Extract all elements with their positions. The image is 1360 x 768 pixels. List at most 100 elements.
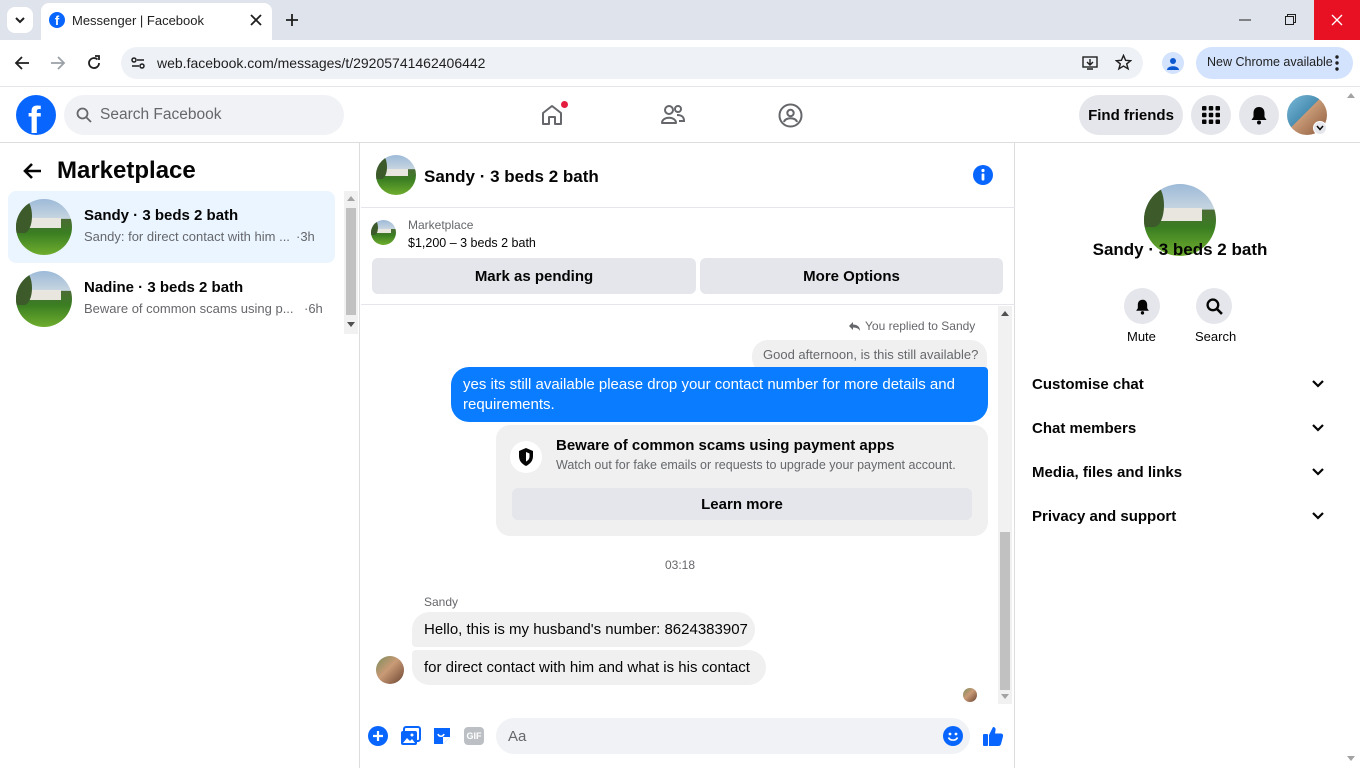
mute-button[interactable]: Mute [1122,288,1162,348]
like-icon[interactable] [982,725,1004,747]
account-chevron-icon [1313,121,1327,135]
section-media-files-links[interactable]: Media, files and links [1032,464,1332,488]
emoji-icon[interactable] [943,726,963,746]
conversation-item-nadine[interactable]: Nadine · 3 beds 2 bath Beware of common … [8,263,335,335]
facebook-logo[interactable]: f [16,95,56,135]
chat-avatar[interactable] [376,155,416,195]
new-tab-icon[interactable] [285,13,299,27]
search-icon [76,107,92,123]
chat-header: Sandy · 3 beds 2 bath [361,143,1015,208]
chevron-down-icon [1312,380,1324,388]
gif-button[interactable]: GIF [464,727,484,745]
conversation-name: Nadine · 3 beds 2 bath [84,279,244,296]
sender-name: Sandy [424,595,459,609]
scroll-down-icon[interactable] [1001,694,1009,700]
chevron-down-icon [1312,512,1324,520]
facebook-favicon-icon: f [49,12,65,28]
address-bar[interactable]: web.facebook.com/messages/t/292057414624… [121,47,1143,79]
mark-pending-button[interactable]: Mark as pending [372,258,696,294]
open-more-actions-button[interactable] [368,726,388,746]
chat-title[interactable]: Sandy · 3 beds 2 bath [424,167,599,187]
conversation-time: ·6h [304,301,323,316]
sticker-icon[interactable] [432,726,452,746]
reload-icon[interactable] [86,55,102,71]
message-input[interactable]: Aa [496,718,970,754]
home-nav[interactable] [530,95,574,135]
conversation-list-scrollbar[interactable] [344,191,358,334]
conversation-preview: Beware of common scams using p... [84,301,294,316]
sender-avatar [376,656,404,684]
browser-tab[interactable]: f Messenger | Facebook [41,3,272,40]
incoming-message-1[interactable]: Hello, this is my husband's number: 8624… [412,612,755,647]
message-placeholder: Aa [508,728,527,745]
close-icon [1331,14,1343,26]
forward-icon[interactable] [50,55,66,71]
scroll-down-icon[interactable] [347,322,355,328]
more-vert-icon [1335,55,1339,71]
listing-divider [361,304,1015,305]
incoming-message-2[interactable]: for direct contact with him and what is … [412,650,766,685]
conversation-avatar [16,199,72,255]
scroll-thumb[interactable] [346,208,356,315]
reply-icon [849,321,860,331]
plus-icon [373,731,383,741]
menu-button[interactable] [1191,95,1231,135]
conversation-preview: Sandy: for direct contact with him ... [84,229,290,244]
chevron-down-icon [1312,424,1324,432]
install-app-icon[interactable] [1082,55,1098,71]
friends-icon[interactable] [660,103,686,127]
minimize-icon[interactable] [1239,19,1251,21]
search-in-conversation-button[interactable]: Search [1192,288,1236,348]
back-arrow-icon[interactable] [22,162,42,180]
tab-search-button[interactable] [7,7,33,33]
profile-icon[interactable] [1162,52,1184,74]
section-customise-chat[interactable]: Customise chat [1032,376,1332,400]
facebook-search[interactable]: Search Facebook [64,95,344,135]
listing-detail[interactable]: $1,200 – 3 beds 2 bath [408,236,536,250]
learn-more-button[interactable]: Learn more [512,488,972,520]
scam-body: Watch out for fake emails or requests to… [556,458,956,472]
account-avatar[interactable] [1287,95,1327,135]
groups-icon[interactable] [778,103,803,128]
scam-title: Beware of common scams using payment app… [556,437,895,454]
page-scroll-up-icon[interactable] [1347,92,1355,98]
grid-menu-icon [1202,106,1220,124]
bell-icon [1135,299,1149,315]
notification-dot [560,100,569,109]
chrome-update-button[interactable]: New Chrome available [1196,47,1353,79]
back-icon[interactable] [14,55,30,71]
bookmark-star-icon[interactable] [1115,54,1132,71]
close-window-button[interactable] [1314,0,1360,40]
profile-name: Sandy · 3 beds 2 bath [1092,240,1268,259]
listing-source: Marketplace [408,218,474,232]
restore-icon[interactable] [1285,14,1296,25]
panel-title: Marketplace [57,157,196,184]
close-tab-icon[interactable] [250,14,262,26]
chevron-down-icon [1312,468,1324,476]
scroll-thumb[interactable] [1000,532,1010,690]
page-scroll-down-icon[interactable] [1347,756,1355,762]
conversation-name: Sandy · 3 beds 2 bath [84,207,239,224]
find-friends-button[interactable]: Find friends [1079,95,1183,135]
section-chat-members[interactable]: Chat members [1032,420,1332,444]
notifications-button[interactable] [1239,95,1279,135]
site-info-icon[interactable] [130,55,146,71]
chat-scrollbar[interactable] [998,306,1012,704]
my-message-bubble[interactable]: yes its still available please drop your… [451,367,988,422]
info-icon [981,168,985,181]
seen-indicator-avatar [963,688,977,702]
scroll-up-icon[interactable] [1001,310,1009,316]
url-text[interactable]: web.facebook.com/messages/t/292057414624… [157,55,485,71]
conversation-item-sandy[interactable]: Sandy · 3 beds 2 bath Sandy: for direct … [8,191,335,263]
conversation-avatar [16,271,72,327]
listing-thumbnail[interactable] [371,220,396,245]
chevron-down-icon [15,17,25,24]
tab-title: Messenger | Facebook [72,13,204,28]
conversation-time: ·3h [296,229,315,244]
conversation-info-button[interactable] [973,165,993,185]
attach-photo-icon[interactable] [400,726,421,746]
scroll-up-icon[interactable] [347,195,355,201]
search-icon [1205,297,1223,315]
section-privacy-support[interactable]: Privacy and support [1032,508,1332,532]
more-options-button[interactable]: More Options [700,258,1003,294]
